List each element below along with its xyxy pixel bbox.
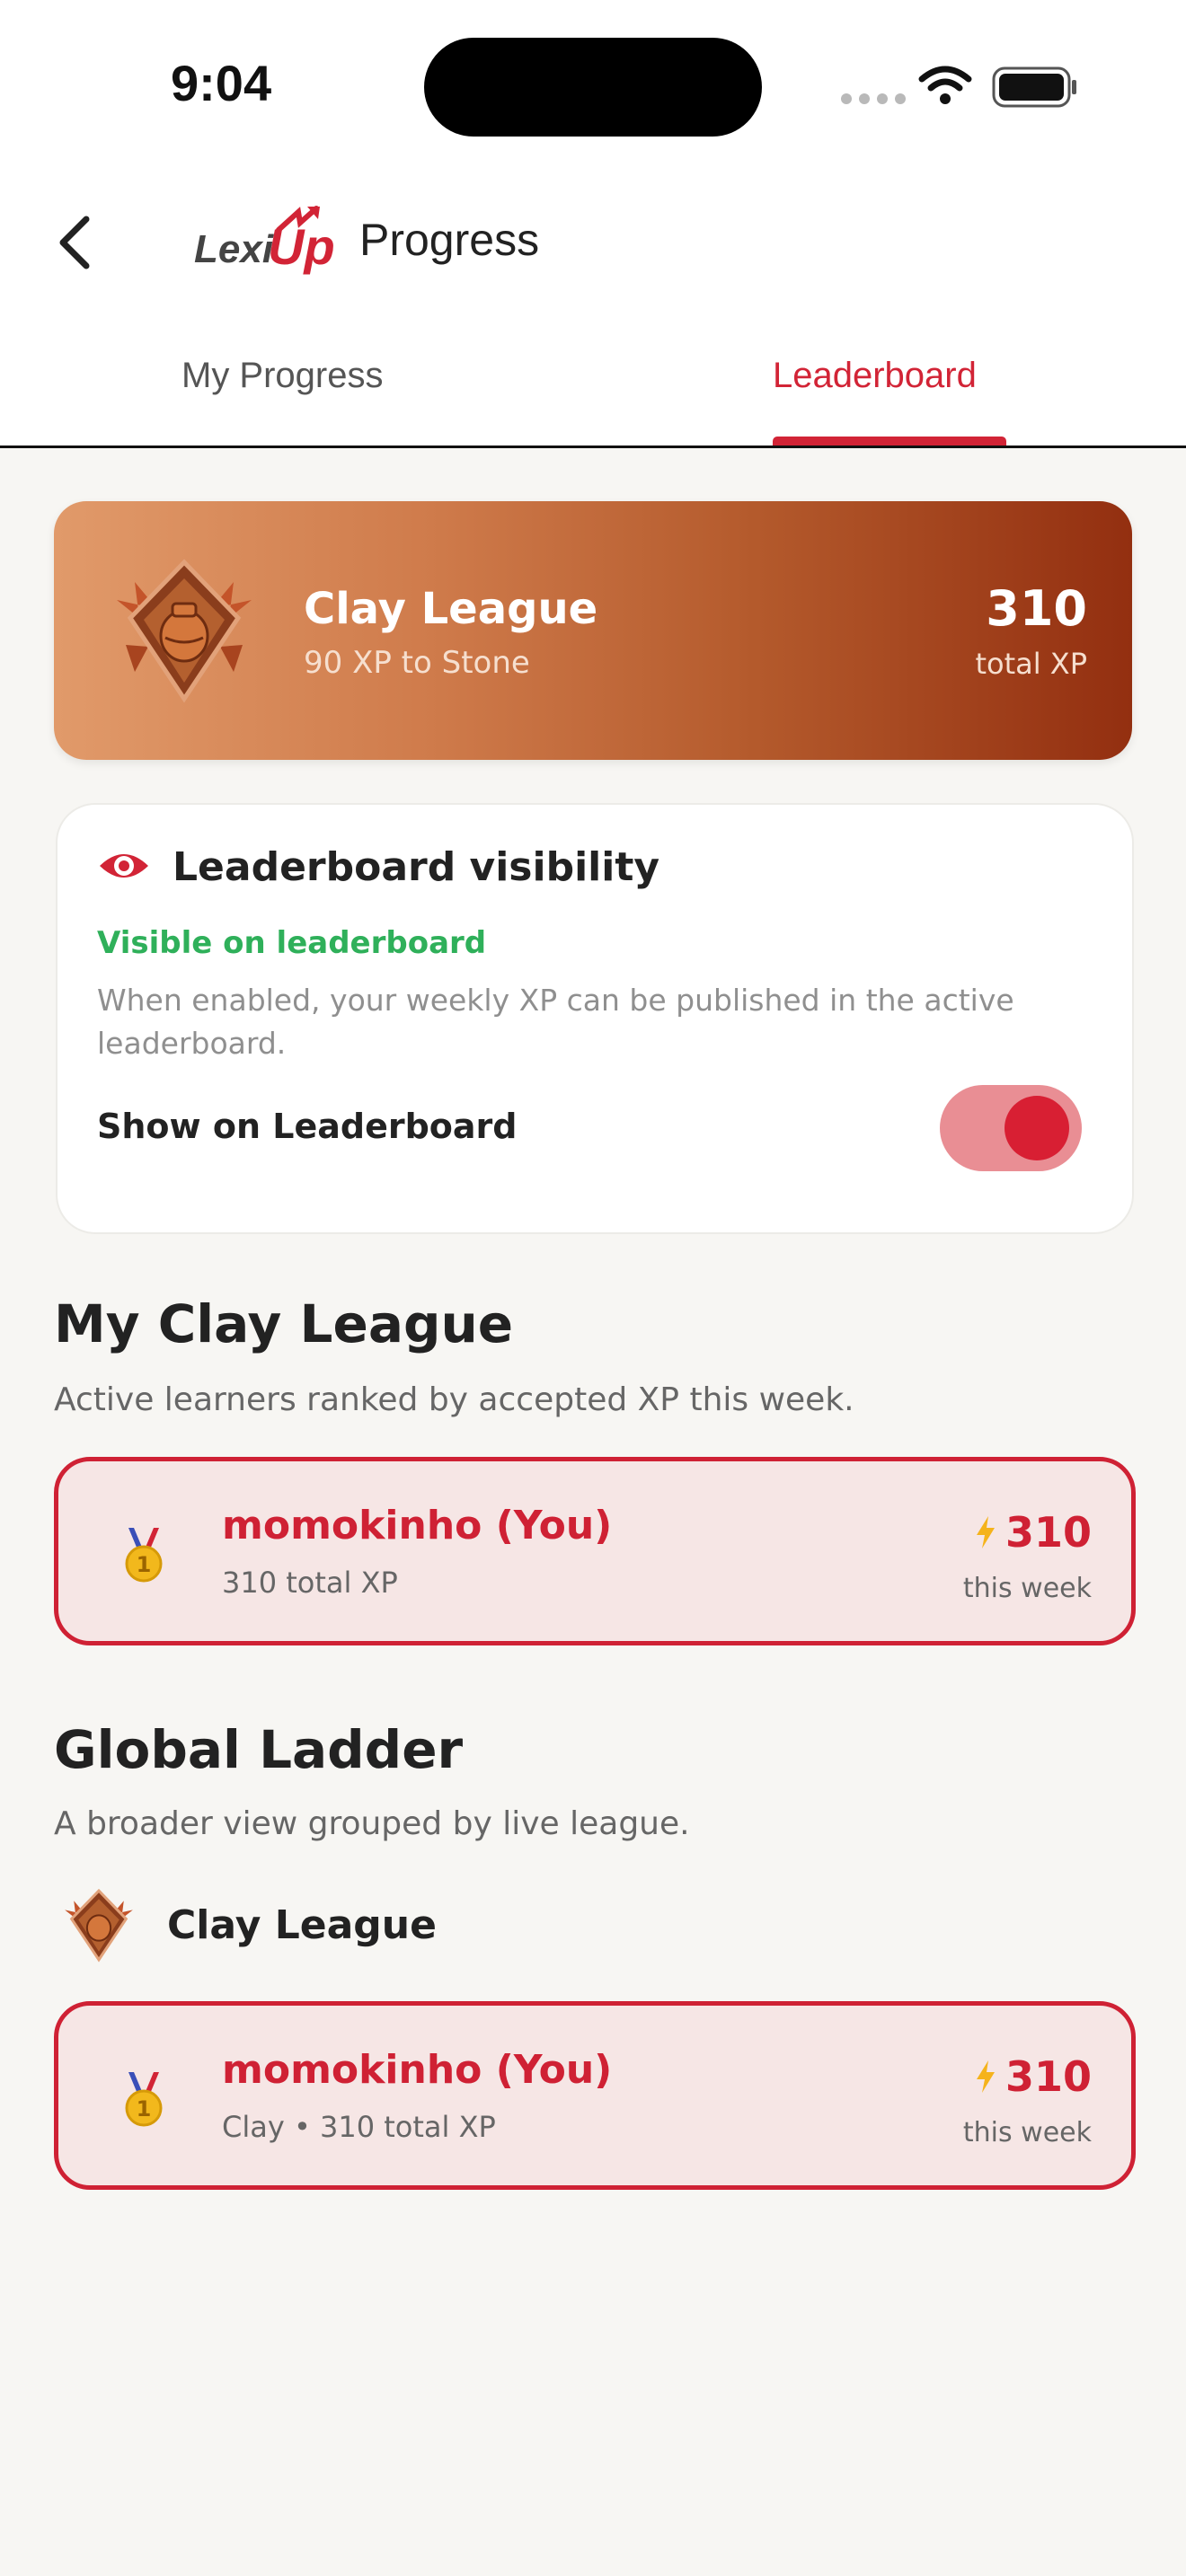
ladder-group-header: Clay League	[54, 1883, 593, 1969]
total-xp-label: total XP	[975, 647, 1087, 681]
lexiup-logo: Lexi Up	[194, 206, 335, 275]
toggle-knob	[1005, 1096, 1069, 1160]
tab-leaderboard[interactable]: Leaderboard	[773, 356, 977, 396]
entry-total-xp: 310 total XP	[222, 1566, 398, 1600]
leaderboard-visibility-card: Leaderboard visibility Visible on leader…	[56, 803, 1134, 1234]
clay-league-badge-icon	[65, 1888, 133, 1963]
ladder-group-label: Clay League	[167, 1902, 437, 1948]
entry-weekly-xp-value: 310	[1005, 2052, 1092, 2101]
svg-text:Lexi: Lexi	[194, 227, 274, 271]
my-league-entry[interactable]: 1 momokinho (You) 310 total XP 310 this …	[54, 1457, 1136, 1645]
eye-icon	[100, 854, 148, 878]
global-ladder-subtitle: A broader view grouped by live league.	[54, 1805, 690, 1842]
tab-my-progress[interactable]: My Progress	[181, 356, 384, 396]
battery-icon	[992, 66, 1076, 108]
show-on-leaderboard-label: Show on Leaderboard	[97, 1107, 518, 1146]
league-summary-card: Clay League 90 XP to Stone 310 total XP	[54, 501, 1132, 760]
entry-weekly-xp: 310	[975, 2052, 1092, 2101]
global-ladder-entry[interactable]: 1 momokinho (You) Clay • 310 total XP 31…	[54, 2001, 1136, 2190]
entry-name: momokinho (You)	[222, 1503, 613, 1548]
league-progress-text: 90 XP to Stone	[304, 645, 530, 681]
tab-bar: My Progress Leaderboard	[0, 314, 1186, 448]
lightning-icon	[976, 2060, 995, 2093]
cellular-signal-icon	[841, 93, 906, 104]
app-header	[0, 171, 1186, 314]
visibility-title: Leaderboard visibility	[173, 844, 660, 890]
svg-text:1: 1	[137, 1552, 152, 1577]
clay-league-badge-icon	[117, 559, 252, 703]
entry-weekly-xp-value: 310	[1005, 1508, 1092, 1557]
svg-text:Up: Up	[268, 218, 335, 275]
league-name: Clay League	[304, 584, 598, 634]
visibility-description: When enabled, your weekly XP can be publ…	[97, 983, 1014, 1061]
status-bar: 9:04	[0, 0, 1186, 171]
entry-weekly-label: this week	[962, 2117, 1092, 2148]
back-chevron-icon[interactable]	[50, 208, 101, 277]
wifi-icon	[918, 66, 972, 104]
entry-weekly-label: this week	[962, 1573, 1092, 1604]
entry-league-and-xp: Clay • 310 total XP	[222, 2110, 496, 2144]
visibility-status: Visible on leaderboard	[97, 925, 487, 961]
entry-name: momokinho (You)	[222, 2047, 613, 2093]
my-league-subtitle: Active learners ranked by accepted XP th…	[54, 1381, 854, 1418]
gold-medal-icon: 1	[125, 2072, 163, 2127]
active-tab-indicator	[773, 437, 1006, 446]
gold-medal-icon: 1	[125, 1528, 163, 1583]
svg-text:1: 1	[137, 2096, 152, 2122]
status-time: 9:04	[171, 55, 272, 111]
my-league-title: My Clay League	[54, 1293, 514, 1354]
entry-weekly-xp: 310	[975, 1508, 1092, 1557]
total-xp-value: 310	[986, 580, 1087, 637]
show-on-leaderboard-toggle[interactable]	[940, 1085, 1082, 1171]
global-ladder-title: Global Ladder	[54, 1719, 464, 1780]
dynamic-island	[424, 38, 762, 137]
page-title: Progress	[359, 215, 540, 265]
lightning-icon	[976, 1516, 995, 1548]
